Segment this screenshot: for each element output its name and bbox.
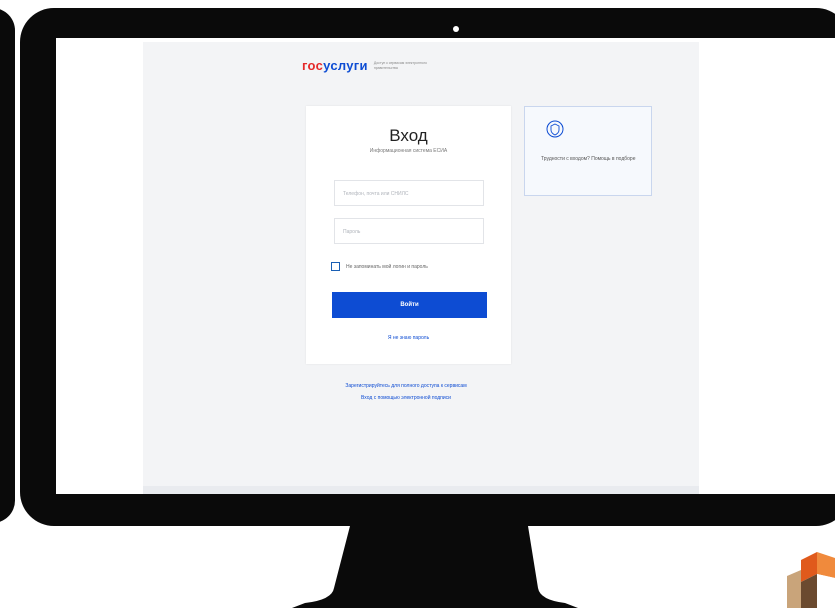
password-placeholder: Пароль	[343, 229, 361, 235]
logo-tagline: Доступ к сервисам электронного правитель…	[373, 60, 427, 70]
shield-icon	[546, 120, 564, 138]
login-title: Вход	[389, 126, 428, 145]
gosuslugi-logo[interactable]: гос услуги Доступ к сервисам электронног…	[302, 58, 434, 73]
help-card[interactable]: Трудности с входом? Помощь в подборе	[524, 106, 652, 196]
login-card: Вход Информационная система ЕСИА Телефон…	[306, 106, 511, 364]
footer-links: Зарегистрируйтесь для полного доступа к …	[286, 380, 526, 404]
side-device-frame	[0, 8, 15, 523]
logo-uslugi-text: услуги	[323, 58, 368, 73]
help-text: Трудности с входом? Помощь в подборе	[541, 156, 636, 162]
page-bottom-strip	[143, 486, 699, 494]
signature-login-link[interactable]: Вход с помощью электронной подписи	[286, 392, 526, 404]
remember-label[interactable]: Не запоминать мой логин и пароль	[346, 264, 428, 270]
remember-checkbox[interactable]	[331, 262, 340, 271]
brand-logo-icon	[787, 552, 835, 608]
register-link[interactable]: Зарегистрируйтесь для полного доступа к …	[286, 380, 526, 392]
webcam-dot	[453, 26, 459, 32]
login-input[interactable]: Телефон, почта или СНИЛС	[334, 180, 484, 206]
password-input[interactable]: Пароль	[334, 218, 484, 244]
login-placeholder: Телефон, почта или СНИЛС	[343, 191, 409, 197]
forgot-password-link[interactable]: Я не знаю пароль	[306, 335, 511, 341]
remember-row[interactable]: Не запоминать мой логин и пароль	[331, 262, 428, 271]
login-button[interactable]: Войти	[332, 292, 487, 318]
login-subtitle: Информационная система ЕСИА	[369, 148, 448, 154]
monitor-screen: гос услуги Доступ к сервисам электронног…	[56, 38, 835, 494]
logo-gos-text: гос	[302, 58, 324, 73]
